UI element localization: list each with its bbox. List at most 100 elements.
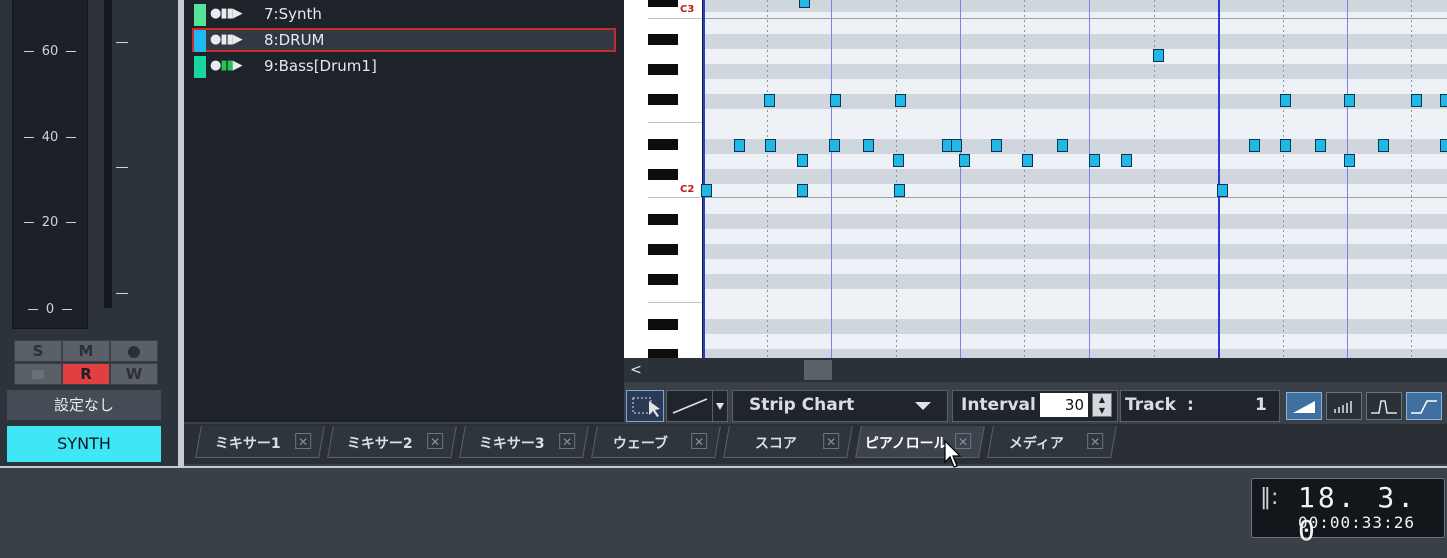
black-key[interactable]: [648, 319, 678, 330]
midi-note[interactable]: [863, 139, 874, 152]
midi-note[interactable]: [1378, 139, 1389, 152]
tab-media[interactable]: メディア ✕: [987, 426, 1117, 458]
midi-note[interactable]: [1217, 184, 1228, 197]
position-counter[interactable]: ‖: 18. 3. 0 00:00:33:26: [1251, 478, 1445, 547]
midi-note[interactable]: [764, 94, 775, 107]
midi-note[interactable]: [951, 139, 962, 152]
close-icon[interactable]: ✕: [1087, 433, 1104, 449]
midi-note[interactable]: [1280, 139, 1291, 152]
interval-spinner[interactable]: ▲ ▼: [1092, 393, 1112, 417]
midi-note[interactable]: [1344, 154, 1355, 167]
black-key[interactable]: [648, 139, 678, 150]
line-tool-icon: [672, 398, 708, 414]
octave-line: [648, 18, 702, 19]
midi-note[interactable]: [1344, 94, 1355, 107]
close-icon[interactable]: ✕: [691, 433, 708, 449]
bar-graph-button[interactable]: [1326, 392, 1362, 420]
black-key[interactable]: [648, 34, 678, 45]
read-button[interactable]: R: [62, 363, 110, 385]
track-row-selected[interactable]: ●▮▮▶ 8:DRUM: [192, 28, 616, 52]
midi-note[interactable]: [894, 184, 905, 197]
monitor-button[interactable]: [14, 363, 62, 385]
midi-note[interactable]: [797, 184, 808, 197]
midi-note[interactable]: [830, 94, 841, 107]
channel-name[interactable]: SYNTH: [7, 426, 161, 462]
track-number[interactable]: 1: [1255, 395, 1267, 415]
midi-note[interactable]: [1440, 139, 1447, 152]
tab-label: ミキサー3: [478, 436, 545, 452]
midi-note[interactable]: [1440, 94, 1447, 107]
track-control: Track : 1: [1120, 390, 1280, 422]
midi-note[interactable]: [893, 154, 904, 167]
midi-note[interactable]: [1280, 94, 1291, 107]
tab-mixer1[interactable]: ミキサー1 ✕: [195, 426, 325, 458]
record-arm-button[interactable]: [110, 340, 158, 362]
smooth-curve-button[interactable]: [1406, 392, 1442, 420]
midi-note[interactable]: [829, 139, 840, 152]
midi-note[interactable]: [1121, 154, 1132, 167]
track-row[interactable]: ●▮▮▶ 9:Bass[Drum1]: [192, 54, 616, 78]
piano-roll[interactable]: C3 C2: [624, 0, 1447, 358]
midi-note[interactable]: [991, 139, 1002, 152]
track-row[interactable]: ●▮▮▶ 7:Synth: [192, 2, 616, 26]
midi-note[interactable]: [799, 0, 810, 8]
preset-selector[interactable]: 設定なし: [7, 390, 161, 420]
black-key[interactable]: [648, 214, 678, 225]
black-key[interactable]: [648, 349, 678, 358]
counter-mode-icon[interactable]: ‖:: [1260, 485, 1278, 510]
tab-wave[interactable]: ウェーブ ✕: [591, 426, 721, 458]
midi-note[interactable]: [797, 154, 808, 167]
close-icon[interactable]: ✕: [427, 433, 444, 449]
midi-note[interactable]: [959, 154, 970, 167]
black-key[interactable]: [648, 94, 678, 105]
midi-note[interactable]: [701, 184, 712, 197]
tab-mixer2[interactable]: ミキサー2 ✕: [327, 426, 457, 458]
midi-note[interactable]: [895, 94, 906, 107]
record-circle-icon: [128, 345, 140, 358]
midi-note[interactable]: [1089, 154, 1100, 167]
track-color-swatch: [194, 4, 206, 26]
close-icon[interactable]: ✕: [559, 433, 576, 449]
scroll-track[interactable]: [648, 358, 1447, 382]
midi-note[interactable]: [1411, 94, 1422, 107]
step-curve-button[interactable]: [1366, 392, 1402, 420]
tab-label: ウェーブ: [612, 436, 668, 452]
midi-note[interactable]: [1022, 154, 1033, 167]
black-key[interactable]: [648, 169, 678, 180]
black-key[interactable]: [648, 64, 678, 75]
close-icon[interactable]: ✕: [823, 433, 840, 449]
piano-keyboard[interactable]: C3 C2: [624, 0, 703, 358]
track-controls-icon[interactable]: ●▮▮▶: [210, 58, 243, 73]
line-tool-button[interactable]: [666, 390, 714, 422]
draw-mode-select[interactable]: Strip Chart: [732, 390, 948, 422]
solo-button[interactable]: S: [14, 340, 62, 362]
meter-scale-label: 20: [13, 215, 87, 230]
track-controls-icon[interactable]: ●▮▮▶: [210, 6, 243, 21]
velocity-ramp-button[interactable]: [1286, 392, 1322, 420]
scroll-left-arrow-icon[interactable]: <: [624, 358, 648, 382]
volume-fader[interactable]: [104, 0, 112, 308]
fader-tick: [116, 42, 128, 43]
midi-note[interactable]: [1249, 139, 1260, 152]
interval-input[interactable]: 30: [1040, 393, 1088, 417]
midi-note[interactable]: [1315, 139, 1326, 152]
write-button[interactable]: W: [110, 363, 158, 385]
black-key[interactable]: [648, 274, 678, 285]
scroll-thumb[interactable]: [804, 360, 832, 380]
tab-piano-roll[interactable]: ピアノロール ✕: [855, 426, 985, 458]
select-tool-button[interactable]: [626, 390, 664, 422]
horizontal-scrollbar[interactable]: <: [624, 358, 1447, 382]
black-key[interactable]: [648, 0, 678, 7]
midi-note[interactable]: [734, 139, 745, 152]
black-key[interactable]: [648, 244, 678, 255]
close-icon[interactable]: ✕: [295, 433, 312, 449]
mute-button[interactable]: M: [62, 340, 110, 362]
midi-note[interactable]: [1153, 49, 1164, 62]
midi-note[interactable]: [1057, 139, 1068, 152]
tab-score[interactable]: スコア ✕: [723, 426, 853, 458]
line-tool-dropdown[interactable]: [712, 390, 728, 422]
track-controls-icon[interactable]: ●▮▮▶: [210, 32, 243, 47]
midi-note[interactable]: [765, 139, 776, 152]
tab-mixer3[interactable]: ミキサー3 ✕: [459, 426, 589, 458]
note-grid[interactable]: [701, 0, 1447, 358]
